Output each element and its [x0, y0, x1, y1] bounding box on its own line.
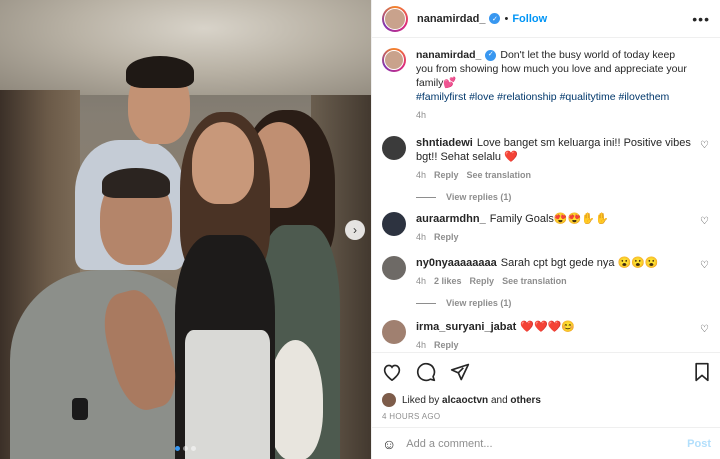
comment-row: shntiadewi Love banget sm keluarga ini!! …: [382, 136, 711, 182]
add-comment-bar: ☺ Post: [372, 427, 720, 459]
avatar[interactable]: [382, 320, 406, 344]
heart-icon[interactable]: ♡: [700, 216, 709, 227]
comment-username[interactable]: ny0nyaaaaaaaa: [416, 257, 497, 269]
boy-hair: [126, 56, 194, 88]
view-replies-button[interactable]: View replies (1): [416, 192, 711, 202]
verified-icon: ✓: [489, 13, 501, 24]
sister-legs: [268, 340, 323, 459]
avatar[interactable]: [382, 256, 406, 280]
liked-by-prefix: Liked by: [402, 394, 440, 406]
avatar[interactable]: [382, 5, 408, 32]
caption-time: 4h: [416, 110, 427, 120]
heart-icon[interactable]: ♡: [700, 260, 709, 271]
reply-button[interactable]: Reply: [434, 338, 459, 350]
comment-time: 4h: [416, 340, 427, 350]
comment-time: 4h: [416, 276, 427, 286]
see-translation-button[interactable]: See translation: [467, 168, 532, 182]
view-replies-button[interactable]: View replies (1): [416, 298, 711, 308]
carousel-dots: [175, 446, 196, 451]
comment-row: irma_suryani_jabat ❤️❤️❤️😊 4h Reply ♡: [382, 320, 711, 350]
comment-text: Sarah cpt bgt gede nya 😮😮😮: [500, 257, 659, 269]
comment-username[interactable]: auraarmdhn_: [416, 213, 486, 225]
comment-time: 4h: [416, 170, 427, 180]
comment-row: auraarmdhn_ Family Goals😍😍✋✋ 4h Reply ♡: [382, 212, 711, 244]
more-options-icon[interactable]: •••: [692, 11, 710, 27]
carousel-dot: [191, 446, 196, 451]
watch: [72, 398, 88, 420]
liked-by: Liked by alcaoctvn and others: [382, 393, 711, 407]
avatar[interactable]: [382, 212, 406, 236]
post-timestamp: 4 HOURS AGO: [382, 412, 441, 421]
girl-face: [192, 122, 254, 204]
comment-row: ny0nyaaaaaaaa Sarah cpt bgt gede nya 😮😮😮 …: [382, 256, 711, 288]
caption-hashtags[interactable]: #familyfirst #love #relationship #qualit…: [416, 90, 693, 104]
heart-icon[interactable]: ♡: [700, 324, 709, 335]
post-actions: Liked by alcaoctvn and others 4 HOURS AG…: [372, 352, 720, 421]
divider: [416, 302, 436, 304]
reply-button[interactable]: Reply: [470, 274, 495, 288]
comment-text: ❤️❤️❤️😊: [520, 321, 576, 333]
save-icon[interactable]: [693, 362, 711, 382]
dad-hair: [102, 168, 170, 198]
verified-icon: ✓: [485, 49, 497, 61]
heart-icon[interactable]: ♡: [700, 140, 709, 151]
liked-by-and: and: [490, 394, 508, 406]
avatar[interactable]: [382, 48, 406, 72]
carousel-dot: [183, 446, 188, 451]
view-replies-label[interactable]: View replies (1): [446, 298, 511, 308]
separator: •: [504, 12, 509, 25]
carousel-dot: [175, 446, 180, 451]
reply-button[interactable]: Reply: [434, 168, 459, 182]
divider: [416, 196, 436, 198]
caption-username[interactable]: nanamirdad_: [416, 49, 481, 61]
comment-username[interactable]: irma_suryani_jabat: [416, 321, 516, 333]
girl-skirt: [185, 330, 270, 459]
emoji-icon[interactable]: ☺: [382, 436, 396, 452]
post-header: nanamirdad_ ✓ • Follow •••: [372, 0, 720, 38]
avatar[interactable]: [382, 136, 406, 160]
view-replies-label[interactable]: View replies (1): [446, 192, 511, 202]
comment-time: 4h: [416, 232, 427, 242]
likes-count[interactable]: 2 likes: [434, 274, 462, 288]
avatar[interactable]: [382, 393, 396, 407]
like-icon[interactable]: [382, 363, 402, 381]
reply-button[interactable]: Reply: [434, 230, 459, 244]
post-panel: nanamirdad_ ✓ • Follow ••• nanamirdad_ ✓ D…: [371, 0, 720, 459]
liked-by-user[interactable]: alcaoctvn: [442, 395, 488, 406]
share-icon[interactable]: [450, 362, 470, 382]
comment-input[interactable]: [406, 437, 688, 450]
comment-username[interactable]: shntiadewi: [416, 137, 473, 149]
comment-text: Family Goals😍😍✋✋: [489, 213, 609, 225]
comment-icon[interactable]: [416, 362, 436, 382]
liked-by-others[interactable]: others: [510, 395, 541, 406]
header-username[interactable]: nanamirdad_: [417, 13, 485, 25]
see-translation-button[interactable]: See translation: [502, 274, 567, 288]
carousel-next-button[interactable]: ›: [345, 220, 365, 240]
caption: nanamirdad_ ✓ Don't let the busy world of …: [382, 48, 711, 122]
post-photo[interactable]: ›: [0, 0, 371, 459]
post-button[interactable]: Post: [687, 438, 711, 450]
follow-button[interactable]: Follow: [512, 13, 547, 25]
comments-list[interactable]: nanamirdad_ ✓ Don't let the busy world of …: [372, 40, 720, 350]
